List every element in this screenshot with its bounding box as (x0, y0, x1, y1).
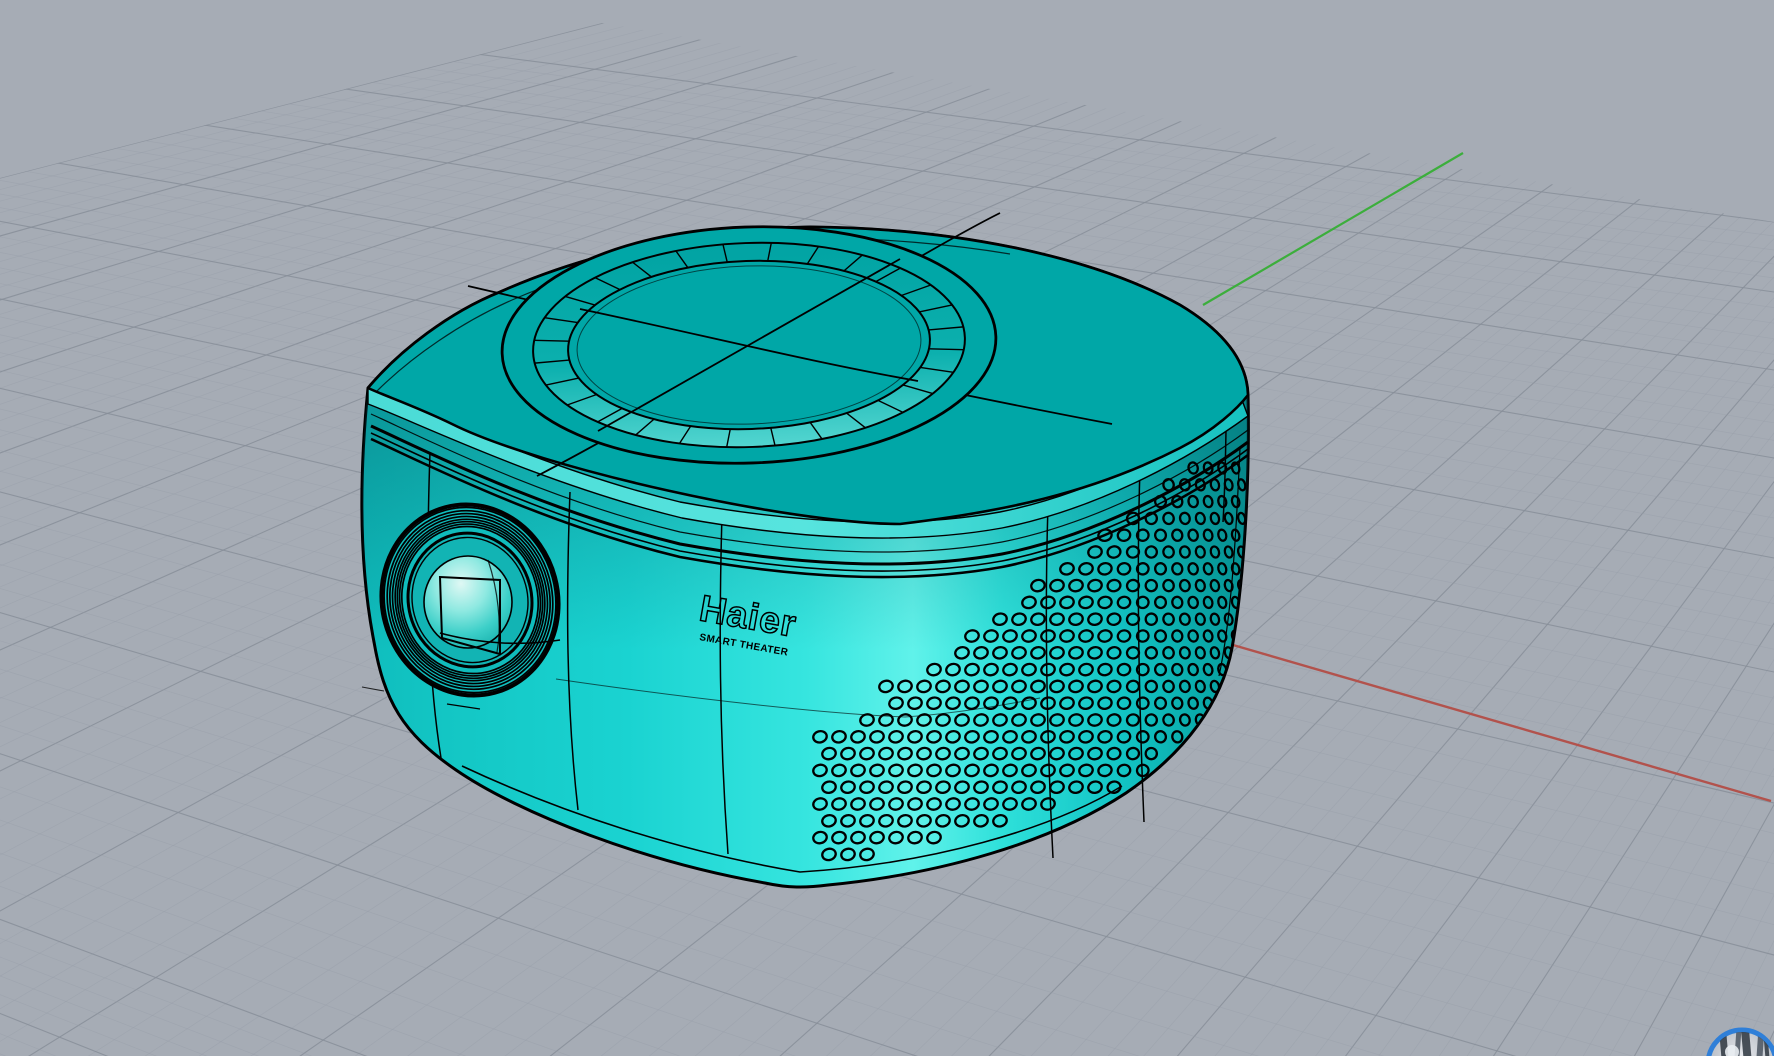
projector-model[interactable]: Haier SMART THEATER (360, 213, 1248, 887)
viewport[interactable]: Haier SMART THEATER (0, 0, 1774, 1056)
avatar-badge[interactable] (1708, 1029, 1774, 1056)
viewport-canvas[interactable]: Haier SMART THEATER (0, 0, 1774, 1056)
